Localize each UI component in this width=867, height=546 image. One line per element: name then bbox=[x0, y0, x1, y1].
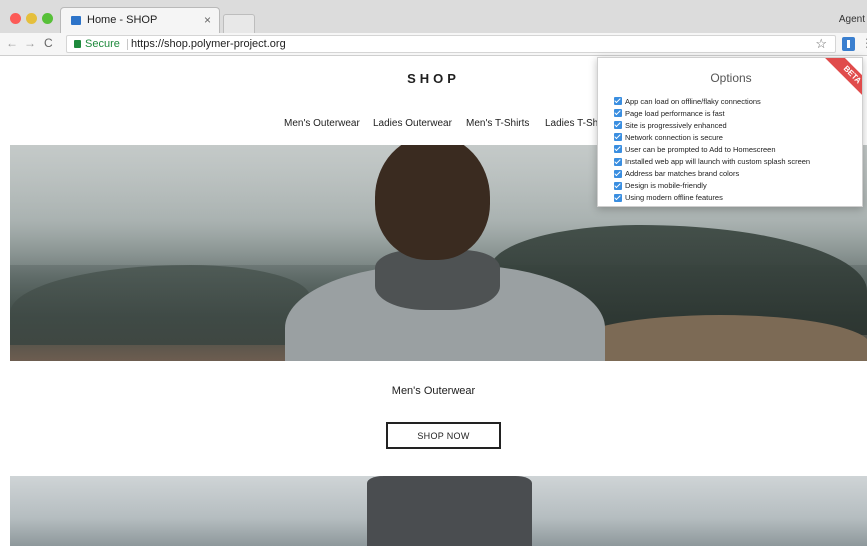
divider bbox=[127, 39, 128, 50]
nav-link-ladies-outerwear[interactable]: Ladies Outerwear bbox=[373, 118, 452, 129]
option-label: Site is progressively enhanced bbox=[625, 120, 727, 130]
second-hero-image[interactable] bbox=[10, 476, 867, 546]
forward-icon[interactable]: → bbox=[24, 36, 36, 50]
browser-tab[interactable]: Home - SHOP × bbox=[60, 7, 220, 33]
option-label: Installed web app will launch with custo… bbox=[625, 157, 811, 167]
browser-toolbar: ← → C Secure https://shop.polymer-projec… bbox=[0, 33, 867, 56]
reload-icon[interactable]: C bbox=[44, 36, 53, 50]
nav-link-mens-outerwear[interactable]: Men's Outerwear bbox=[284, 118, 360, 129]
option-splash[interactable]: Installed web app will launch with custo… bbox=[614, 155, 859, 167]
browser-titlebar: Home - SHOP × Agent bbox=[0, 0, 867, 33]
zoom-window-icon[interactable] bbox=[42, 13, 53, 24]
checkbox-checked-icon[interactable] bbox=[614, 121, 622, 130]
url-text[interactable]: https://shop.polymer-project.org bbox=[131, 38, 286, 50]
hero2-sweater bbox=[367, 476, 532, 546]
checkbox-checked-icon[interactable] bbox=[614, 145, 622, 154]
tab-title: Home - SHOP bbox=[87, 14, 158, 26]
checkbox-checked-icon[interactable] bbox=[614, 193, 622, 202]
checkbox-checked-icon[interactable] bbox=[614, 133, 622, 142]
checkbox-checked-icon[interactable] bbox=[614, 109, 622, 118]
option-progressive[interactable]: Site is progressively enhanced bbox=[614, 119, 859, 131]
popup-title: Options bbox=[710, 71, 752, 85]
option-offline-features[interactable]: Using modern offline features bbox=[614, 192, 859, 204]
options-popup: Options BETA App can load on offline/fla… bbox=[597, 57, 863, 207]
option-label: Network connection is secure bbox=[625, 132, 723, 142]
lighthouse-extension-icon[interactable] bbox=[842, 37, 855, 51]
tab-close-icon[interactable]: × bbox=[204, 13, 211, 27]
nav-link-mens-tshirts[interactable]: Men's T-Shirts bbox=[466, 118, 529, 129]
checkbox-checked-icon[interactable] bbox=[614, 181, 622, 190]
options-list: App can load on offline/flaky connection… bbox=[614, 95, 859, 206]
browser-menu-icon[interactable]: ⋮ bbox=[861, 36, 867, 50]
lock-icon bbox=[74, 40, 81, 48]
option-offline[interactable]: App can load on offline/flaky connection… bbox=[614, 95, 859, 107]
profile-label[interactable]: Agent bbox=[839, 14, 865, 25]
shop-now-button[interactable]: SHOP NOW bbox=[386, 422, 501, 449]
minimize-window-icon[interactable] bbox=[26, 13, 37, 24]
option-label: User can be prompted to Add to Homescree… bbox=[625, 144, 776, 154]
option-label: Design is mobile-friendly bbox=[625, 181, 707, 191]
close-window-icon[interactable] bbox=[10, 13, 21, 24]
section-title: Men's Outerwear bbox=[391, 385, 476, 397]
option-label: Page load performance is fast bbox=[625, 108, 725, 118]
secure-label: Secure bbox=[85, 38, 120, 50]
option-performance[interactable]: Page load performance is fast bbox=[614, 107, 859, 119]
hero-trees-left bbox=[10, 265, 310, 345]
new-tab-button[interactable] bbox=[223, 14, 255, 33]
option-add-homescreen[interactable]: User can be prompted to Add to Homescree… bbox=[614, 143, 859, 155]
bookmark-star-icon[interactable]: ☆ bbox=[815, 36, 827, 52]
checkbox-checked-icon[interactable] bbox=[614, 97, 622, 106]
checkbox-checked-icon[interactable] bbox=[614, 205, 622, 206]
option-mobile-friendly[interactable]: Design is mobile-friendly bbox=[614, 180, 859, 192]
hero-person-head bbox=[375, 145, 490, 260]
address-bar[interactable]: Secure https://shop.polymer-project.org … bbox=[66, 35, 836, 53]
shop-favicon-icon bbox=[71, 16, 81, 25]
option-cut-off[interactable] bbox=[614, 204, 859, 206]
option-label: App can load on offline/flaky connection… bbox=[625, 96, 761, 106]
option-label: Using modern offline features bbox=[625, 193, 723, 203]
option-label: Address bar matches brand colors bbox=[625, 169, 740, 179]
checkbox-checked-icon[interactable] bbox=[614, 169, 622, 178]
checkbox-checked-icon[interactable] bbox=[614, 157, 622, 166]
option-secure[interactable]: Network connection is secure bbox=[614, 131, 859, 143]
back-icon[interactable]: ← bbox=[6, 36, 18, 50]
option-brand-colors[interactable]: Address bar matches brand colors bbox=[614, 168, 859, 180]
